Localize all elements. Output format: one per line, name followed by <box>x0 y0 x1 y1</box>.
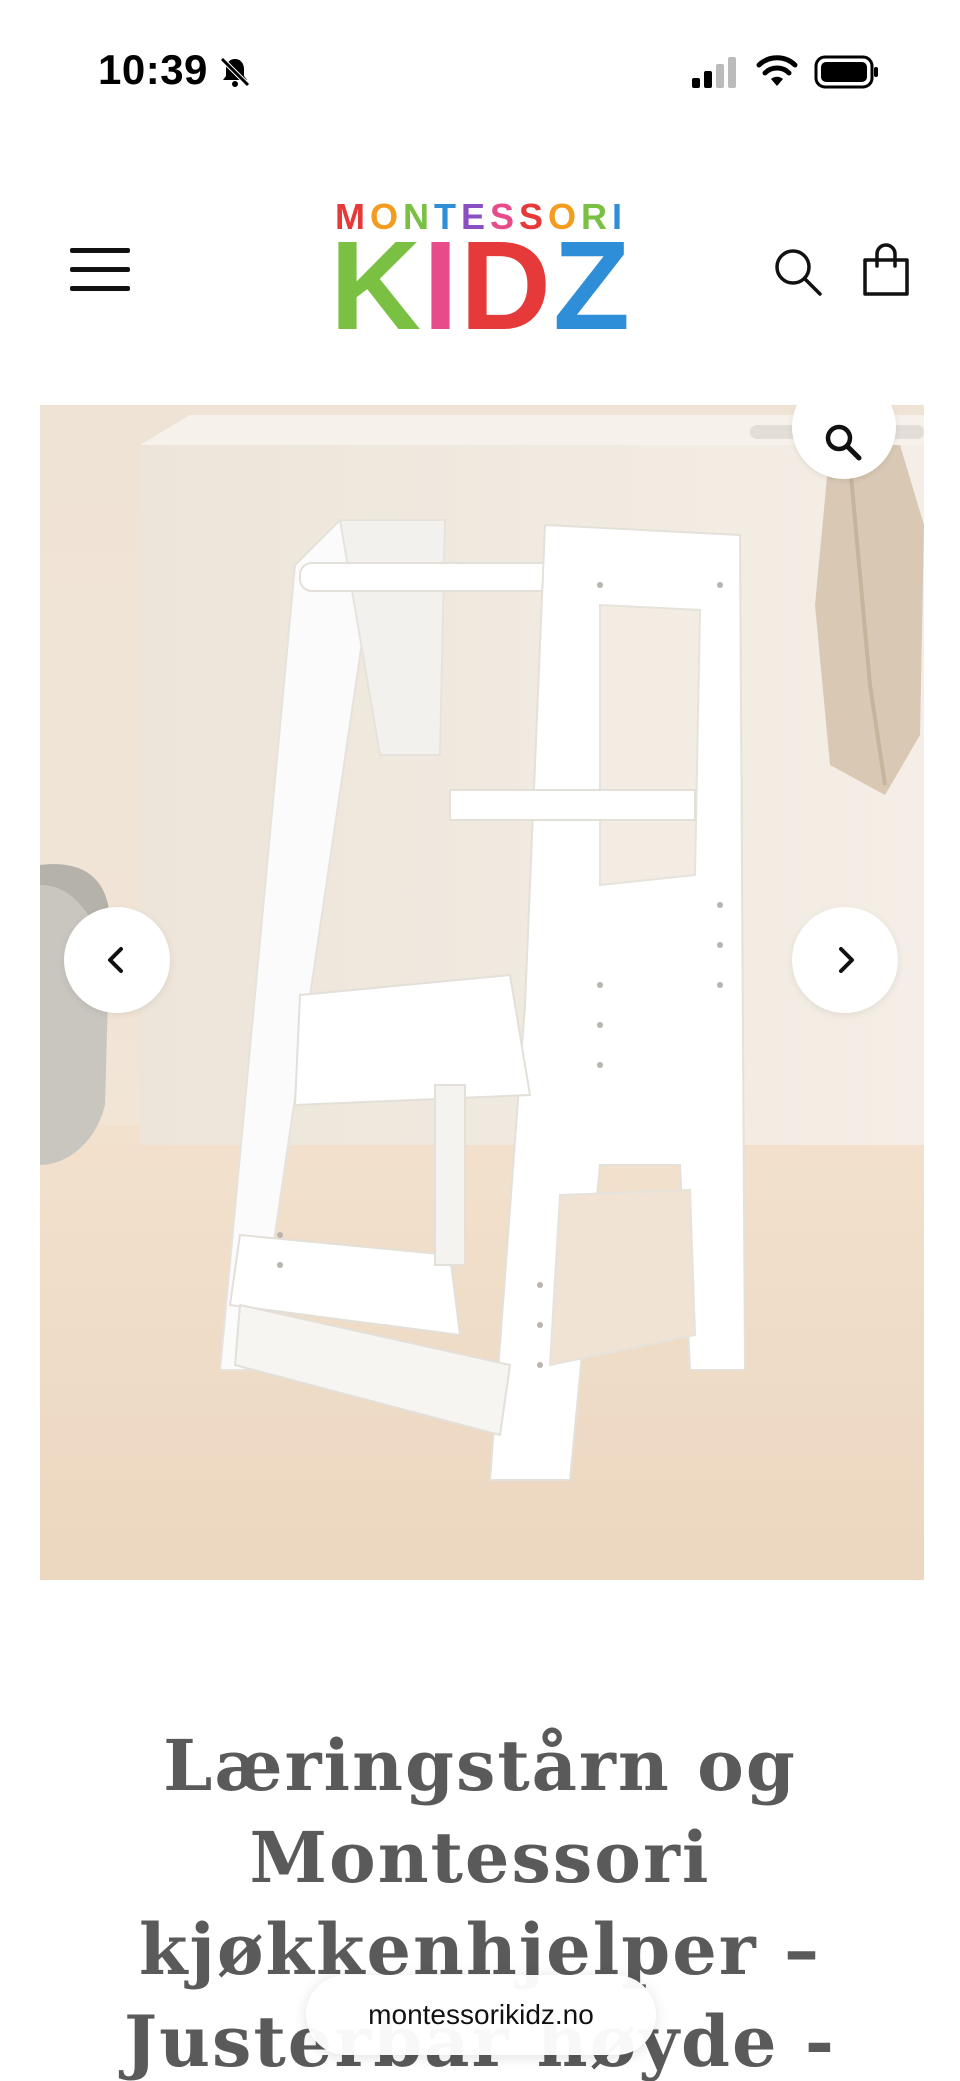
hamburger-menu-button[interactable] <box>70 240 130 296</box>
gallery-next-button[interactable] <box>792 907 898 1013</box>
search-icon <box>775 249 822 296</box>
chevron-right-icon <box>839 947 854 973</box>
logo-bottom-text: KIDZ <box>330 215 632 356</box>
site-header: MONTESSORI KIDZ <box>0 170 960 380</box>
gallery-prev-button[interactable] <box>64 907 170 1013</box>
shopping-bag-icon <box>863 243 909 296</box>
zoom-icon <box>825 424 862 461</box>
product-image <box>40 405 924 1580</box>
product-image-gallery[interactable] <box>40 405 924 1580</box>
bell-slash-icon <box>220 57 250 87</box>
wifi-icon <box>756 55 798 86</box>
cart-button[interactable] <box>860 242 912 298</box>
chevron-left-icon <box>108 947 123 973</box>
search-button[interactable] <box>772 246 824 298</box>
cellular-signal-icon <box>692 57 736 88</box>
status-bar: 10:39 <box>0 0 960 130</box>
hamburger-menu-icon <box>70 248 130 253</box>
browser-url-bar[interactable]: montessorikidz.no <box>306 1975 656 2055</box>
site-logo[interactable]: MONTESSORI KIDZ <box>320 196 642 356</box>
status-time: 10:39 <box>98 46 208 93</box>
battery-icon <box>814 55 878 89</box>
